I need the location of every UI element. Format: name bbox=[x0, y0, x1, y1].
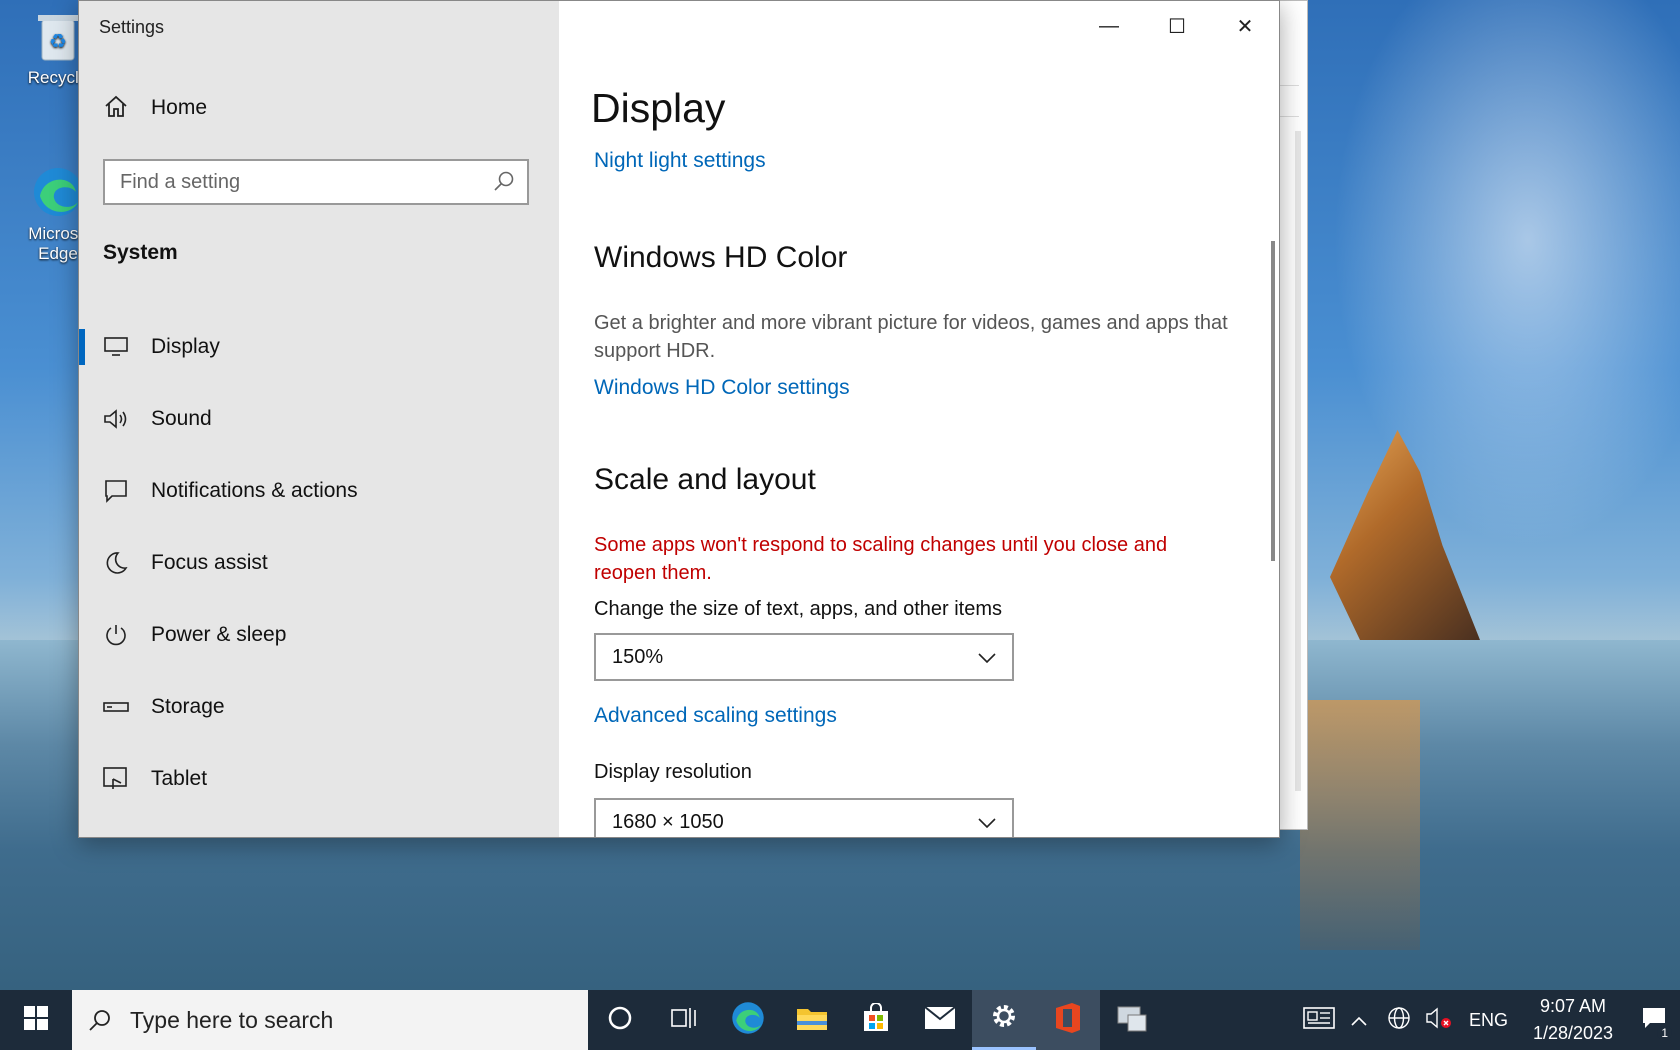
sidebar-item-tablet[interactable]: Tablet bbox=[79, 743, 559, 815]
start-button[interactable] bbox=[0, 990, 72, 1050]
action-center-button[interactable]: 1 bbox=[1628, 990, 1680, 1050]
power-icon bbox=[103, 622, 129, 648]
taskbar-store-button[interactable] bbox=[844, 990, 908, 1050]
news-icon bbox=[1303, 1006, 1335, 1034]
taskbar-file-explorer-button[interactable] bbox=[780, 990, 844, 1050]
input-language-indicator[interactable]: ENG bbox=[1459, 1010, 1518, 1031]
section-title: System bbox=[103, 241, 178, 264]
content-scrollbar[interactable] bbox=[1271, 241, 1275, 561]
sidebar-item-label: Storage bbox=[151, 695, 225, 718]
svg-text:♻: ♻ bbox=[49, 31, 67, 53]
sidebar-item-storage[interactable]: Storage bbox=[79, 671, 559, 743]
settings-sidebar: Settings Home System Display bbox=[79, 1, 559, 837]
news-widget-button[interactable] bbox=[1299, 990, 1339, 1050]
taskbar-mail-button[interactable] bbox=[908, 990, 972, 1050]
home-icon bbox=[103, 93, 133, 123]
search-icon bbox=[72, 1008, 128, 1032]
clock[interactable]: 9:07 AM 1/28/2023 bbox=[1518, 993, 1628, 1047]
scale-layout-heading: Scale and layout bbox=[594, 463, 816, 496]
resolution-dropdown-value: 1680 × 1050 bbox=[612, 810, 724, 833]
scale-dropdown[interactable]: 150% bbox=[594, 633, 1014, 681]
sidebar-item-label: Notifications & actions bbox=[151, 479, 358, 502]
sidebar-item-label: Sound bbox=[151, 407, 212, 430]
tablet-icon bbox=[103, 766, 129, 792]
home-label: Home bbox=[151, 96, 208, 119]
hd-color-heading: Windows HD Color bbox=[594, 241, 848, 274]
sidebar-item-label: Power & sleep bbox=[151, 623, 287, 646]
task-view-icon bbox=[671, 1006, 697, 1035]
scaling-warning: Some apps won't respond to scaling chang… bbox=[594, 534, 1168, 584]
cortana-icon bbox=[607, 1005, 633, 1036]
edge-icon bbox=[731, 1001, 765, 1040]
clock-date: 1/28/2023 bbox=[1532, 1023, 1614, 1043]
show-hidden-icons-button[interactable] bbox=[1339, 990, 1379, 1050]
monitor-icon bbox=[103, 334, 129, 360]
moon-icon bbox=[103, 550, 129, 576]
sidebar-item-focus-assist[interactable]: Focus assist bbox=[79, 527, 559, 599]
sidebar-item-label: Tablet bbox=[151, 767, 208, 790]
mail-icon bbox=[924, 1005, 956, 1035]
office-icon bbox=[1054, 1002, 1082, 1039]
sidebar-item-label: Focus assist bbox=[151, 551, 268, 574]
wallpaper-sky bbox=[1300, 0, 1680, 600]
taskbar: ENG 9:07 AM 1/28/2023 1 bbox=[0, 990, 1680, 1050]
chevron-down-icon bbox=[978, 646, 996, 669]
sidebar-item-sound[interactable]: Sound bbox=[79, 383, 559, 455]
network-button[interactable] bbox=[1379, 990, 1419, 1050]
advanced-scaling-link[interactable]: Advanced scaling settings bbox=[594, 704, 837, 728]
resolution-dropdown[interactable]: 1680 × 1050 bbox=[594, 798, 1014, 837]
speaker-icon bbox=[103, 406, 129, 432]
volume-button[interactable] bbox=[1419, 990, 1459, 1050]
sidebar-item-display[interactable]: Display bbox=[79, 311, 559, 383]
folder-icon bbox=[796, 1005, 828, 1036]
hd-color-settings-link[interactable]: Windows HD Color settings bbox=[594, 376, 850, 400]
cortana-button[interactable] bbox=[588, 990, 652, 1050]
clock-time: 9:07 AM bbox=[1539, 996, 1607, 1016]
taskbar-office-button[interactable] bbox=[1036, 990, 1100, 1050]
settings-search-input[interactable] bbox=[105, 169, 493, 195]
task-view-button[interactable] bbox=[652, 990, 716, 1050]
chevron-up-icon bbox=[1351, 1010, 1367, 1031]
sidebar-item-notifications[interactable]: Notifications & actions bbox=[79, 455, 559, 527]
windows-logo-icon bbox=[24, 1005, 48, 1035]
sidebar-nav: Display Sound Notifications & actions Fo… bbox=[79, 311, 559, 815]
taskbar-edge-button[interactable] bbox=[716, 990, 780, 1050]
notification-icon bbox=[103, 478, 129, 504]
page-title: Display bbox=[591, 85, 726, 131]
home-nav[interactable]: Home bbox=[103, 93, 207, 123]
settings-search-box[interactable] bbox=[103, 159, 529, 205]
globe-icon bbox=[1387, 1006, 1411, 1035]
sidebar-item-label: Display bbox=[151, 335, 220, 358]
hd-color-description: Get a brighter and more vibrant picture … bbox=[594, 312, 1228, 362]
taskbar-app-button[interactable] bbox=[1100, 990, 1164, 1050]
storage-icon bbox=[103, 694, 129, 720]
scale-dropdown-value: 150% bbox=[612, 645, 664, 668]
notification-count-badge: 1 bbox=[1657, 1026, 1672, 1040]
resolution-label: Display resolution bbox=[594, 761, 752, 783]
chevron-down-icon bbox=[978, 811, 996, 834]
wallpaper-reflection bbox=[1300, 700, 1420, 950]
volume-muted-icon bbox=[1425, 1006, 1453, 1035]
size-label: Change the size of text, apps, and other… bbox=[594, 598, 1003, 620]
remote-desktop-icon bbox=[1116, 1003, 1148, 1038]
settings-content: Display Night light settings Windows HD … bbox=[559, 1, 1279, 837]
night-light-settings-link[interactable]: Night light settings bbox=[594, 149, 766, 173]
taskbar-search-input[interactable] bbox=[128, 1005, 588, 1035]
taskbar-settings-button[interactable] bbox=[972, 990, 1036, 1050]
search-icon[interactable] bbox=[493, 170, 517, 194]
system-tray: ENG 9:07 AM 1/28/2023 1 bbox=[1299, 990, 1680, 1050]
taskbar-search-box[interactable] bbox=[72, 990, 588, 1050]
gear-icon bbox=[989, 1001, 1019, 1036]
sidebar-item-power-sleep[interactable]: Power & sleep bbox=[79, 599, 559, 671]
window-title: Settings bbox=[99, 17, 165, 37]
settings-window: Settings Home System Display bbox=[78, 0, 1280, 838]
store-icon bbox=[861, 1001, 891, 1038]
background-window-scrollbar[interactable] bbox=[1295, 131, 1301, 791]
